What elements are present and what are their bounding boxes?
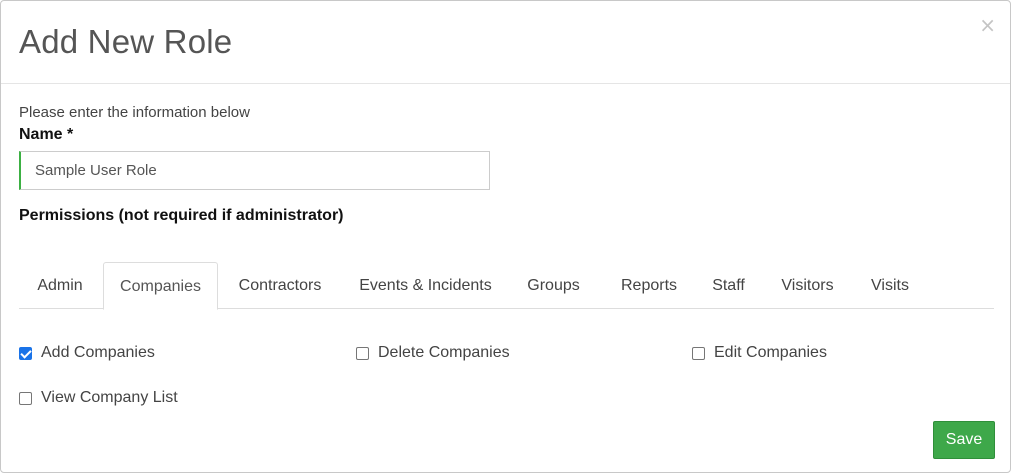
add-role-modal: Add New Role × Please enter the informat… xyxy=(0,0,1011,473)
close-icon[interactable]: × xyxy=(979,15,996,35)
permission-edit-companies[interactable]: Edit Companies xyxy=(692,344,827,362)
tab-visitors[interactable]: Visitors xyxy=(760,262,855,309)
permission-delete-companies[interactable]: Delete Companies xyxy=(356,344,510,362)
permission-view-company-list[interactable]: View Company List xyxy=(19,389,178,407)
permission-label: Add Companies xyxy=(41,344,155,361)
checkbox[interactable] xyxy=(19,391,32,405)
checkbox[interactable] xyxy=(692,346,705,360)
checkbox[interactable] xyxy=(356,346,369,360)
checkbox[interactable] xyxy=(19,346,32,360)
permission-label: View Company List xyxy=(41,389,178,406)
permissions-label: Permissions (not required if administrat… xyxy=(19,207,344,224)
tab-events-incidents[interactable]: Events & Incidents xyxy=(342,262,509,309)
permission-label: Edit Companies xyxy=(714,344,827,361)
permission-tabs: Admin Companies Contractors Events & Inc… xyxy=(19,262,994,310)
tab-reports[interactable]: Reports xyxy=(601,262,697,309)
tab-visits[interactable]: Visits xyxy=(857,262,923,309)
tab-groups[interactable]: Groups xyxy=(511,262,596,309)
tab-admin[interactable]: Admin xyxy=(19,262,101,309)
tab-staff[interactable]: Staff xyxy=(699,262,758,309)
permission-label: Delete Companies xyxy=(378,344,510,361)
save-button[interactable]: Save xyxy=(933,421,995,459)
modal-header: Add New Role × xyxy=(1,1,1010,84)
permission-add-companies[interactable]: Add Companies xyxy=(19,344,155,362)
tab-companies[interactable]: Companies xyxy=(103,262,218,310)
modal-title: Add New Role xyxy=(19,23,233,60)
intro-text: Please enter the information below xyxy=(19,104,250,121)
tab-contractors[interactable]: Contractors xyxy=(220,262,340,309)
name-input[interactable] xyxy=(19,151,490,190)
name-label: Name * xyxy=(19,126,74,143)
